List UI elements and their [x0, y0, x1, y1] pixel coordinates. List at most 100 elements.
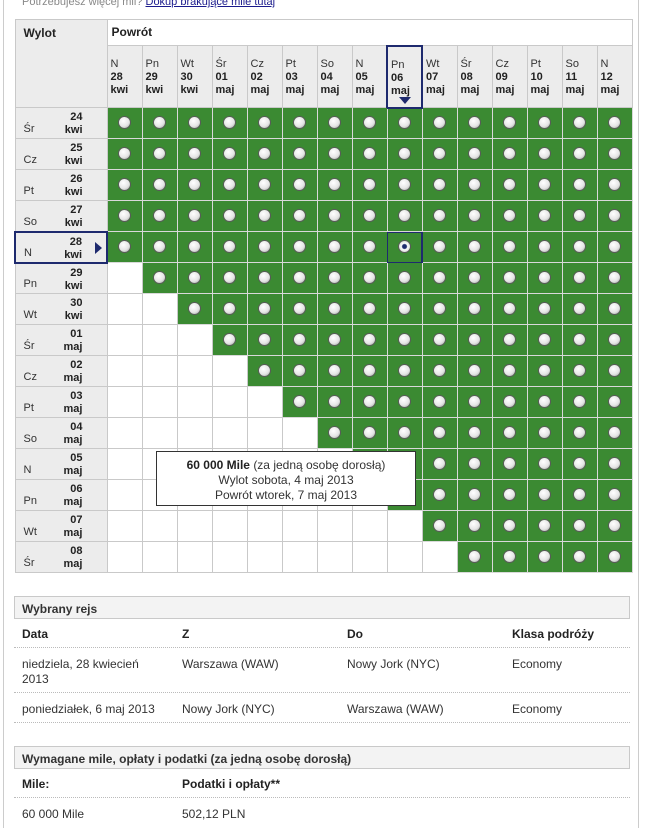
fare-cell[interactable]: [176, 200, 213, 232]
radio-icon[interactable]: [573, 427, 585, 438]
fare-cell[interactable]: [281, 200, 318, 232]
radio-icon[interactable]: [433, 241, 445, 252]
fare-cell[interactable]: [386, 417, 423, 449]
radio-icon[interactable]: [573, 458, 585, 469]
fare-cell[interactable]: [561, 169, 598, 201]
fare-cell[interactable]: [386, 169, 423, 201]
fare-cell[interactable]: [526, 231, 563, 263]
fare-cell[interactable]: [281, 355, 318, 387]
radio-icon[interactable]: [503, 427, 515, 438]
radio-icon[interactable]: [573, 179, 585, 190]
departure-date-header[interactable]: Wt 07 maj: [14, 510, 108, 542]
radio-icon[interactable]: [433, 365, 445, 376]
return-date-header[interactable]: Cz 09 maj: [491, 45, 528, 108]
fare-cell[interactable]: [211, 169, 248, 201]
fare-cell[interactable]: [561, 107, 598, 139]
fare-cell[interactable]: [316, 324, 353, 356]
fare-cell[interactable]: [561, 386, 598, 418]
radio-icon[interactable]: [503, 303, 515, 314]
fare-cell[interactable]: [351, 386, 388, 418]
radio-icon[interactable]: [328, 117, 340, 128]
fare-cell[interactable]: [526, 107, 563, 139]
radio-icon[interactable]: [363, 241, 375, 252]
radio-icon[interactable]: [608, 303, 620, 314]
fare-cell[interactable]: [561, 448, 598, 480]
radio-icon[interactable]: [538, 272, 550, 283]
radio-icon[interactable]: [258, 241, 270, 252]
radio-icon[interactable]: [468, 303, 480, 314]
fare-cell[interactable]: [351, 355, 388, 387]
fare-cell[interactable]: [176, 262, 213, 294]
radio-icon[interactable]: [118, 241, 130, 252]
radio-icon[interactable]: [608, 210, 620, 221]
fare-cell[interactable]: [526, 510, 563, 542]
fare-cell[interactable]: [456, 386, 493, 418]
radio-icon[interactable]: [433, 427, 445, 438]
radio-icon[interactable]: [468, 365, 480, 376]
radio-icon[interactable]: [293, 396, 305, 407]
fare-cell[interactable]: [526, 262, 563, 294]
radio-icon[interactable]: [573, 272, 585, 283]
fare-cell[interactable]: [596, 200, 633, 232]
fare-cell[interactable]: [561, 293, 598, 325]
radio-icon[interactable]: [433, 117, 445, 128]
radio-icon[interactable]: [433, 520, 445, 531]
radio-icon[interactable]: [573, 520, 585, 531]
fare-cell[interactable]: [176, 231, 213, 263]
radio-icon[interactable]: [153, 272, 165, 283]
fare-cell[interactable]: [561, 510, 598, 542]
fare-cell[interactable]: [281, 324, 318, 356]
radio-icon[interactable]: [608, 551, 620, 562]
radio-icon[interactable]: [503, 210, 515, 221]
fare-cell[interactable]: [596, 417, 633, 449]
radio-icon[interactable]: [538, 179, 550, 190]
radio-icon[interactable]: [153, 210, 165, 221]
fare-cell[interactable]: [491, 231, 528, 263]
radio-icon[interactable]: [328, 334, 340, 345]
fare-cell[interactable]: [596, 138, 633, 170]
radio-icon[interactable]: [153, 179, 165, 190]
radio-icon[interactable]: [293, 303, 305, 314]
radio-icon[interactable]: [223, 303, 235, 314]
radio-icon[interactable]: [118, 210, 130, 221]
departure-date-header[interactable]: Cz 02 maj: [14, 355, 108, 387]
radio-icon[interactable]: [538, 117, 550, 128]
departure-date-header[interactable]: Śr 08 maj: [14, 541, 108, 573]
return-date-header[interactable]: So 04 maj: [316, 45, 353, 108]
fare-cell[interactable]: [456, 138, 493, 170]
fare-cell[interactable]: [421, 169, 458, 201]
fare-cell[interactable]: [316, 169, 353, 201]
radio-icon[interactable]: [538, 365, 550, 376]
fare-cell[interactable]: [211, 231, 248, 263]
fare-cell[interactable]: [421, 262, 458, 294]
fare-cell[interactable]: [526, 355, 563, 387]
radio-icon[interactable]: [433, 396, 445, 407]
fare-cell[interactable]: [456, 324, 493, 356]
fare-cell[interactable]: [561, 417, 598, 449]
radio-selected-icon[interactable]: [398, 241, 410, 252]
radio-icon[interactable]: [573, 241, 585, 252]
departure-date-header[interactable]: Pt 03 maj: [14, 386, 108, 418]
radio-icon[interactable]: [293, 210, 305, 221]
fare-cell[interactable]: [561, 541, 598, 573]
fare-cell[interactable]: [491, 262, 528, 294]
radio-icon[interactable]: [468, 551, 480, 562]
radio-icon[interactable]: [363, 396, 375, 407]
radio-icon[interactable]: [328, 396, 340, 407]
fare-cell[interactable]: [596, 448, 633, 480]
fare-cell[interactable]: [456, 231, 493, 263]
fare-cell[interactable]: [281, 262, 318, 294]
radio-icon[interactable]: [433, 272, 445, 283]
radio-icon[interactable]: [503, 117, 515, 128]
fare-cell[interactable]: [386, 200, 423, 232]
radio-icon[interactable]: [223, 148, 235, 159]
radio-icon[interactable]: [573, 551, 585, 562]
radio-icon[interactable]: [608, 520, 620, 531]
fare-cell[interactable]: [596, 541, 633, 573]
radio-icon[interactable]: [328, 148, 340, 159]
fare-cell[interactable]: [141, 169, 178, 201]
fare-cell[interactable]: [456, 479, 493, 511]
departure-date-header[interactable]: So 27 kwi: [14, 200, 108, 232]
return-date-header[interactable]: Wt 07 maj: [421, 45, 458, 108]
radio-icon[interactable]: [223, 210, 235, 221]
